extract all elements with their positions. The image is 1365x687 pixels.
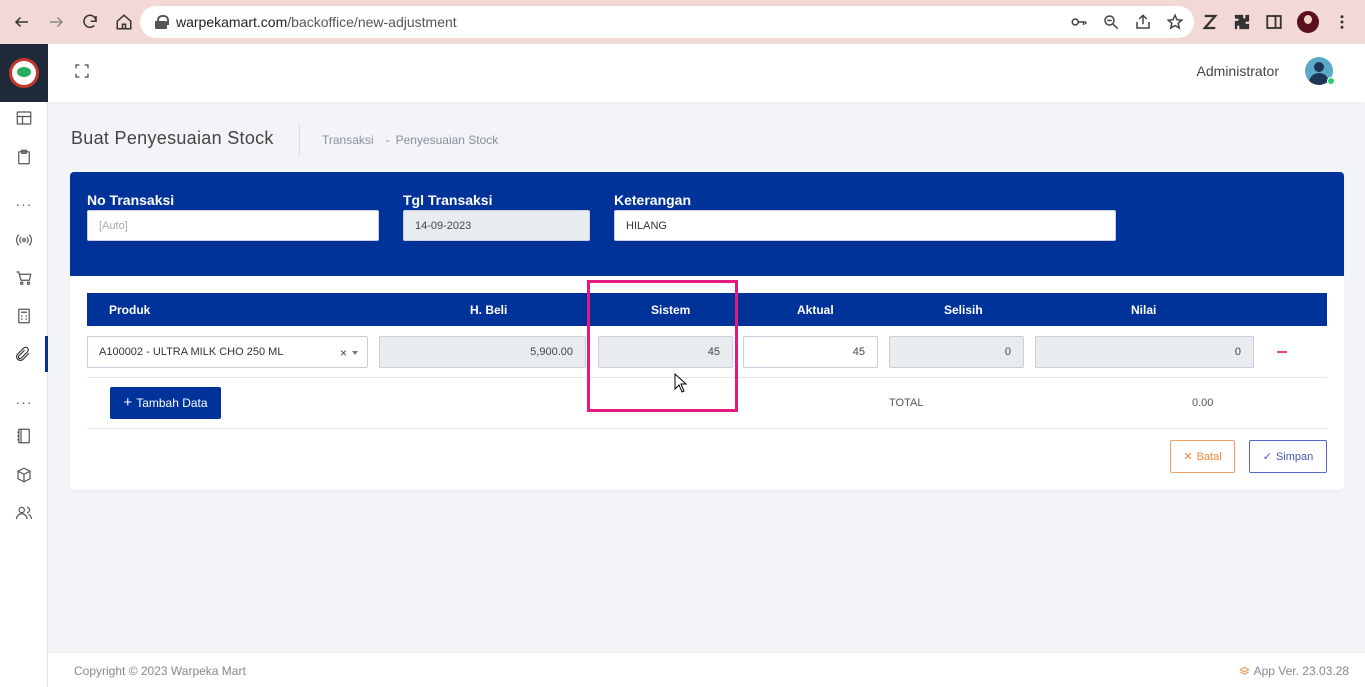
zoom-icon[interactable]: [1102, 13, 1120, 31]
sidebar-item-calculator[interactable]: [0, 298, 48, 334]
footer: Copyright © 2023 Warpeka Mart App Ver. 2…: [48, 652, 1365, 687]
close-icon: ✕: [1183, 451, 1193, 463]
add-row-button[interactable]: + Tambah Data: [110, 387, 221, 419]
cart-icon: [16, 271, 32, 285]
browser-toolbar: warpekamart.com/backoffice/new-adjustmen…: [0, 0, 1365, 44]
save-button[interactable]: ✓ Simpan: [1249, 440, 1327, 473]
app-logo[interactable]: [0, 44, 48, 102]
plus-icon: +: [123, 394, 133, 411]
product-select[interactable]: A100002 - ULTRA MILK CHO 250 ML ×: [87, 336, 368, 368]
save-label: Simpan: [1275, 450, 1314, 463]
calculator-icon: [18, 308, 30, 324]
lock-icon[interactable]: [155, 15, 169, 29]
cancel-button[interactable]: ✕ Batal: [1170, 440, 1235, 473]
fullscreen-icon[interactable]: [74, 63, 90, 79]
book-icon: [17, 428, 30, 444]
tgl-transaksi-input[interactable]: 14-09-2023: [403, 210, 590, 241]
url-text[interactable]: warpekamart.com/backoffice/new-adjustmen…: [176, 14, 457, 30]
column-h-beli: H. Beli: [470, 303, 508, 317]
keterangan-input[interactable]: HILANG: [614, 210, 1116, 241]
total-value: 0.00: [1192, 397, 1214, 409]
url-path: /backoffice/new-adjustment: [287, 14, 457, 30]
extension-icon[interactable]: [1233, 13, 1251, 31]
selisih-input: 0: [889, 336, 1024, 368]
product-select-value: A100002 - ULTRA MILK CHO 250 ML: [99, 346, 284, 358]
zotero-extension-icon[interactable]: [1201, 13, 1219, 31]
breadcrumb-item-transaksi[interactable]: Transaksi: [322, 133, 374, 147]
column-nilai: Nilai: [1131, 303, 1157, 317]
title-divider: [299, 124, 300, 156]
dashboard-icon: [16, 111, 32, 125]
sidebar-item-book[interactable]: [0, 418, 48, 454]
layers-icon: [1239, 666, 1250, 675]
logo-icon: [9, 58, 39, 88]
users-icon: [15, 506, 33, 520]
reload-icon[interactable]: [74, 6, 106, 38]
side-panel-icon[interactable]: [1265, 13, 1283, 31]
check-icon: ✓: [1262, 451, 1272, 463]
keterangan-label: Keterangan: [614, 192, 692, 208]
browser-profile-avatar[interactable]: [1297, 11, 1319, 33]
breadcrumb-separator: -: [385, 133, 390, 147]
back-icon[interactable]: [6, 6, 38, 38]
total-label: TOTAL: [889, 397, 924, 409]
clear-selection-icon[interactable]: ×: [340, 346, 347, 360]
forward-icon[interactable]: [40, 6, 72, 38]
highlight-box: [587, 280, 738, 412]
url-domain: warpekamart.com: [176, 14, 288, 30]
chevron-down-icon[interactable]: [352, 351, 358, 355]
sidebar-section-dots-2: ···: [15, 394, 33, 410]
mouse-cursor-icon: [674, 373, 688, 393]
app-version-text: App Ver. 23.03.28: [1253, 664, 1349, 678]
nilai-input: 0: [1035, 336, 1254, 368]
add-row-label: Tambah Data: [136, 396, 208, 410]
sidebar-item-adjustment[interactable]: [0, 336, 48, 372]
star-icon[interactable]: [1166, 13, 1184, 31]
sidebar-item-users[interactable]: [0, 495, 48, 531]
total-divider: [87, 428, 1327, 429]
cancel-label: Batal: [1196, 450, 1222, 463]
share-icon[interactable]: [1134, 13, 1152, 31]
sidebar-item-dashboard[interactable]: [0, 100, 48, 136]
sidebar-section-dots: ···: [15, 196, 33, 212]
no-transaksi-label: No Transaksi: [87, 192, 175, 208]
remove-row-icon[interactable]: [1277, 351, 1287, 353]
aktual-input[interactable]: 45: [743, 336, 878, 368]
user-name[interactable]: Administrator: [1197, 63, 1279, 79]
browser-menu-icon[interactable]: [1333, 13, 1351, 31]
clipboard-icon: [18, 149, 30, 165]
sidebar-item-cart[interactable]: [0, 260, 48, 296]
breadcrumb-item-current: Penyesuaian Stock: [395, 133, 499, 147]
breadcrumb: Transaksi - Penyesuaian Stock: [322, 133, 498, 147]
package-icon: [17, 467, 31, 483]
tgl-transaksi-label: Tgl Transaksi: [403, 192, 493, 208]
sidebar-item-broadcast[interactable]: [0, 222, 48, 258]
copyright-text: Copyright © 2023 Warpeka Mart: [74, 664, 246, 678]
sidebar-item-package[interactable]: [0, 457, 48, 493]
h-beli-input: 5,900.00: [379, 336, 586, 368]
no-transaksi-input[interactable]: [Auto]: [87, 210, 379, 241]
broadcast-icon: [16, 234, 32, 246]
paperclip-icon: [15, 346, 29, 361]
column-selisih: Selisih: [944, 303, 983, 317]
app-version: App Ver. 23.03.28: [1239, 664, 1349, 678]
sidebar-item-clipboard[interactable]: [0, 139, 48, 175]
page-title: Buat Penyesuaian Stock: [71, 128, 274, 148]
address-bar[interactable]: warpekamart.com/backoffice/new-adjustmen…: [140, 6, 1194, 38]
online-status-dot: [1327, 77, 1335, 85]
column-aktual: Aktual: [797, 303, 834, 317]
key-icon[interactable]: [1070, 13, 1088, 31]
form-header: No Transaksi [Auto] Tgl Transaksi 14-09-…: [70, 172, 1344, 276]
sidebar: ··· ···: [0, 44, 48, 687]
home-icon[interactable]: [108, 6, 140, 38]
column-produk: Produk: [109, 303, 151, 317]
app-header: Administrator: [48, 44, 1365, 102]
